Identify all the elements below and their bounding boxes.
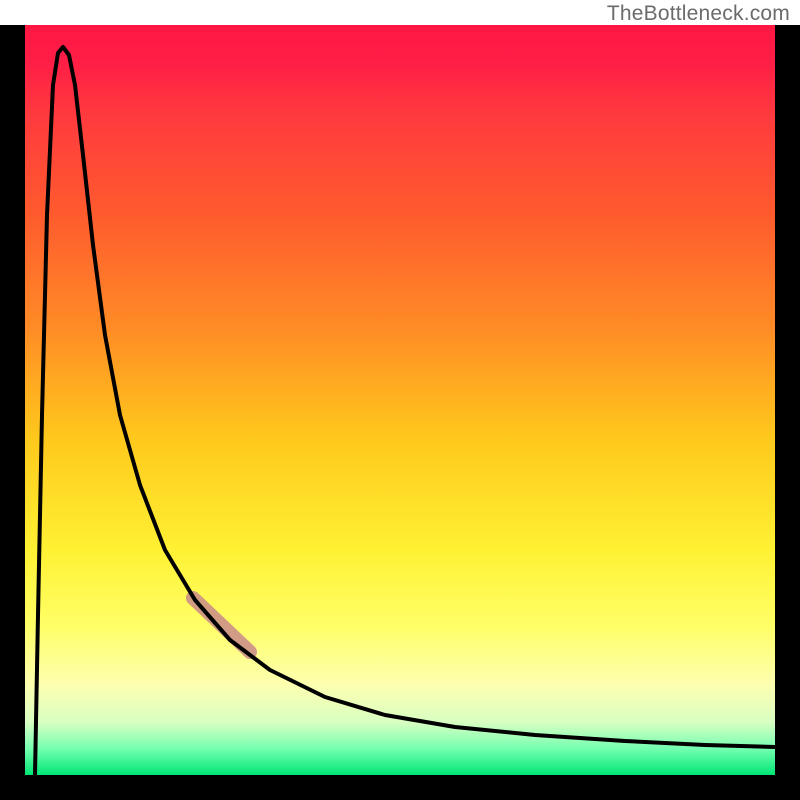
chart-frame — [0, 25, 800, 800]
chart-stage: TheBottleneck.com — [0, 0, 800, 800]
bottleneck-curve — [35, 47, 775, 775]
plot-area — [25, 25, 775, 775]
curve-svg — [25, 25, 775, 775]
watermark-text: TheBottleneck.com — [607, 2, 790, 26]
